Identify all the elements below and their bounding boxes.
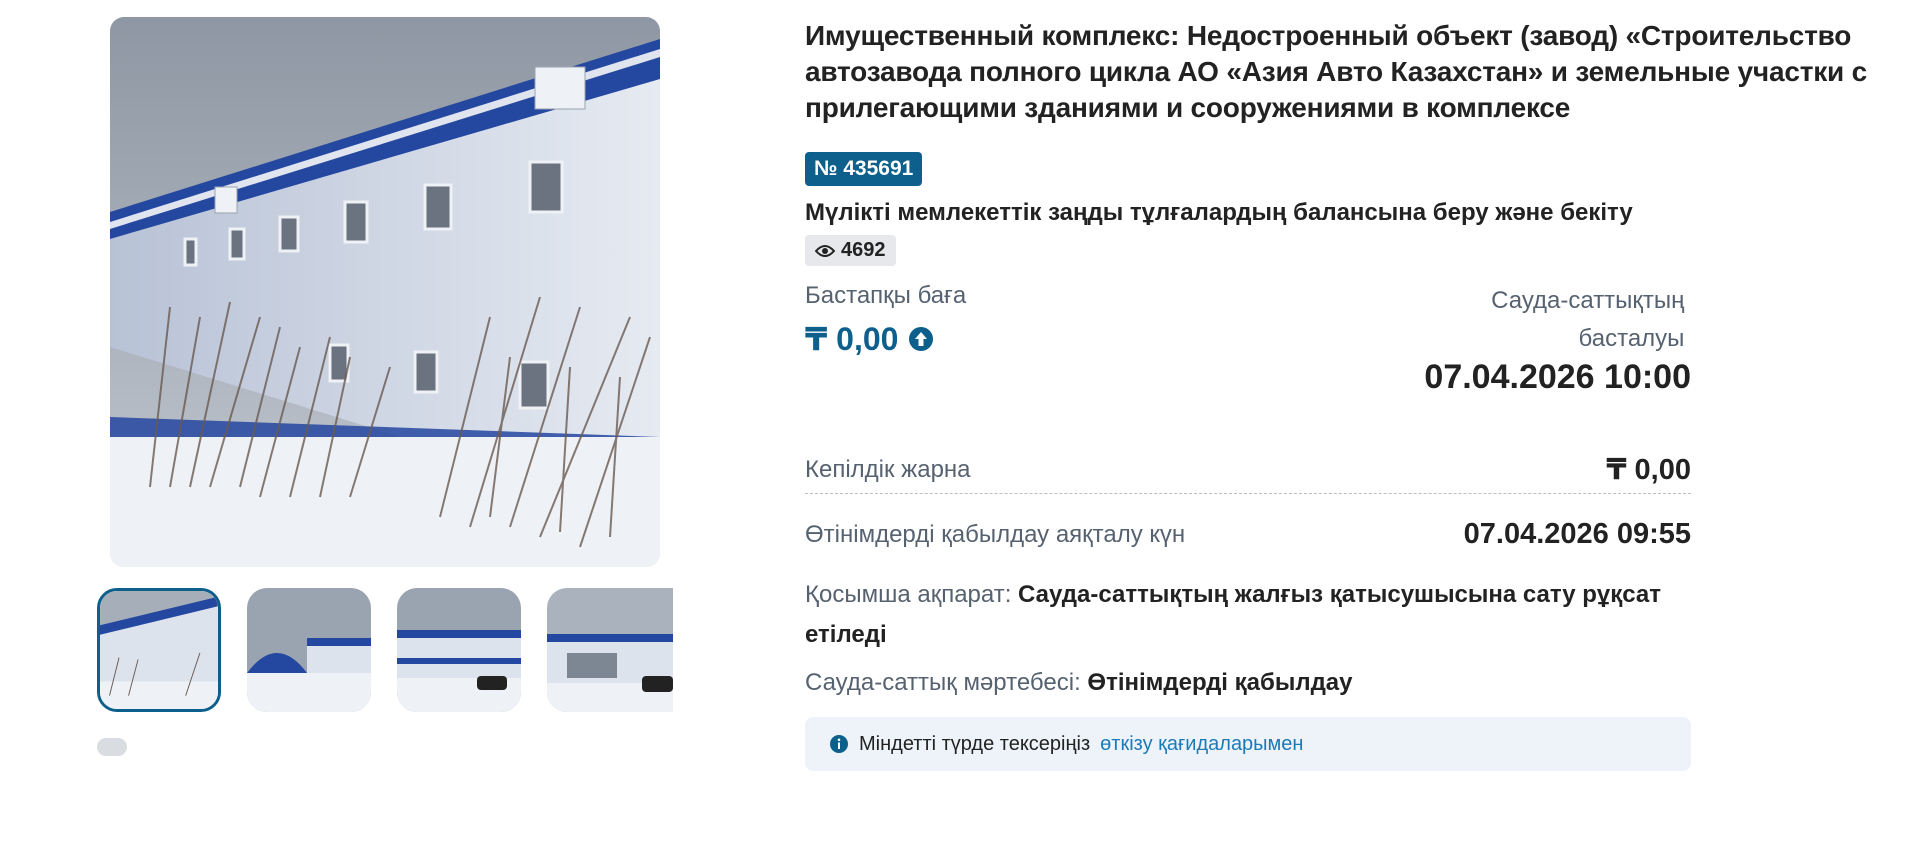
auction-status-value: Өтінімдерді қабылдау [1087,669,1353,696]
deposit-value: ₸ 0,00 [1606,454,1691,486]
gallery-pagination [97,738,127,756]
rules-notice: Міндетті түрде тексеріңіз өткізу қағидал… [805,717,1691,771]
deadline-label: Өтінімдерді қабылдау аяқталу күн [805,520,1186,548]
thumbnail-image [100,591,218,709]
lot-number-badge: № 435691 [805,152,923,186]
starting-price-label: Бастапқы баға [805,282,967,309]
starting-price-value: ₸ 0,00 [805,321,899,357]
auction-start-value: 07.04.2026 10:00 [1424,358,1691,396]
additional-info-label: Қосымша ақпарат: [805,581,1012,608]
additional-info: Қосымша ақпарат: Сауда-саттықтың жалғыз … [805,575,1691,655]
lot-details: Имущественный комплекс: Недостроенный об… [805,18,1895,771]
auction-start: Сауда-саттықтың басталуы 07.04.2026 10:0… [1424,282,1691,397]
deposit-label: Кепілдік жарна [805,455,971,483]
auction-start-label: Сауда-саттықтың басталуы [1491,287,1685,352]
auction-status-label: Сауда-саттық мәртебесі: [805,669,1081,696]
pagination-dot[interactable] [97,738,127,756]
main-photo[interactable] [110,17,660,567]
thumbnail-factory-entrance[interactable] [547,588,673,712]
starting-price-value-wrap: ₸ 0,00 [805,320,966,358]
thumbnail-image [547,588,673,712]
info-icon [830,735,848,753]
thumbnail-image [247,588,371,712]
price-row: Бастапқы баға ₸ 0,00 Сауда-саттықтың бас… [805,282,1691,442]
deadline-value: 07.04.2026 09:55 [1463,518,1691,550]
deadline-row: Өтінімдерді қабылдау аяқталу күн 07.04.2… [805,518,1691,551]
building-photo-image [110,17,660,567]
lot-title: Имущественный комплекс: Недостроенный об… [805,20,1868,123]
rules-link[interactable]: өткізу қағидаларымен [1100,733,1303,756]
thumbnail-hangar-yard[interactable] [247,588,371,712]
eye-icon [815,244,835,257]
views-badge: 4692 [805,235,896,266]
thumbnail-factory-front[interactable] [397,588,521,712]
auction-status: Сауда-саттық мәртебесі: Өтінімдерді қабы… [805,669,1895,697]
thumbnail-image [397,588,521,712]
rules-notice-text: Міндетті түрде тексеріңіз [859,732,1091,755]
arrow-up-circle-icon[interactable] [908,326,934,352]
thumbnail-building-side[interactable] [97,588,221,712]
deposit-row: Кепілдік жарна ₸ 0,00 [805,452,1691,494]
thumbnail-strip [97,588,677,714]
lot-category: Мүлікті мемлекеттік заңды тұлғалардың ба… [805,199,1633,226]
lot-page: Имущественный комплекс: Недостроенный об… [0,0,1920,860]
starting-price: Бастапқы баға ₸ 0,00 [805,282,966,358]
views-count: 4692 [841,239,886,261]
